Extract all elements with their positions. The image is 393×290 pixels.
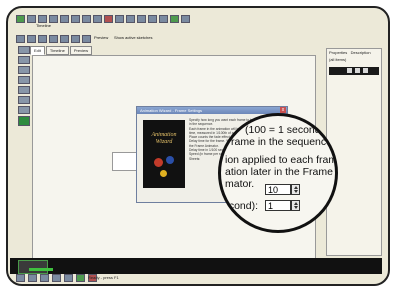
- toolbar-label-timeline: Timeline: [36, 23, 51, 28]
- copy-icon[interactable]: [60, 14, 69, 23]
- zoom-icon[interactable]: [104, 14, 113, 23]
- wizard-icon[interactable]: [148, 14, 157, 23]
- magnifier-callout: (100 = 1 seconds rame in the sequence. i…: [218, 113, 338, 233]
- fill-tool-icon[interactable]: [18, 96, 30, 104]
- timeline-strip[interactable]: [10, 258, 382, 274]
- toolbar-label-preview: Preview: [94, 35, 109, 40]
- magnified-text-line2: rame in the sequence.: [231, 136, 335, 148]
- panel-tab-description[interactable]: Description: [351, 50, 371, 55]
- rewind-icon[interactable]: [16, 274, 25, 282]
- wizard-art-title-line1: Animation: [151, 132, 177, 138]
- application-window: Timeline Preview Show active sketches Ed…: [6, 6, 390, 286]
- forward-icon[interactable]: [52, 274, 61, 282]
- delay-time-field[interactable]: 10: [265, 184, 291, 195]
- panel-swatch-1[interactable]: [347, 68, 352, 73]
- scale-icon[interactable]: [49, 34, 58, 43]
- panel-tab-properties[interactable]: Properties: [329, 50, 347, 55]
- magnified-text-line5: mator.: [225, 178, 255, 190]
- tool-palette: [16, 46, 32, 251]
- brush-tool-icon[interactable]: [18, 66, 30, 74]
- speed-spinner-icon[interactable]: [291, 200, 300, 211]
- magnified-speed-label: econd):: [223, 200, 259, 212]
- cut-icon[interactable]: [49, 14, 58, 23]
- frame-icon[interactable]: [137, 14, 146, 23]
- panel-filter[interactable]: (all items): [327, 56, 381, 63]
- select-icon[interactable]: [16, 34, 25, 43]
- tertiary-toolbar: Preview Show active sketches: [16, 34, 380, 43]
- red-ball-icon: [154, 158, 163, 167]
- group-icon[interactable]: [71, 34, 80, 43]
- timeline-progress: [29, 268, 53, 271]
- pointer-tool-icon[interactable]: [18, 46, 30, 54]
- main-toolbar: [16, 14, 380, 23]
- magnified-text-line1: (100 = 1 seconds: [245, 124, 326, 136]
- paste-icon[interactable]: [71, 14, 80, 23]
- wizard-art-title: Animation Wizard: [143, 132, 185, 146]
- playback-controls: [16, 274, 97, 282]
- pen-tool-icon[interactable]: [18, 56, 30, 64]
- grid-icon[interactable]: [115, 14, 124, 23]
- tab-timeline[interactable]: Timeline: [45, 46, 69, 55]
- timeline-frame[interactable]: [18, 260, 53, 274]
- new-file-icon[interactable]: [16, 14, 25, 23]
- status-bar: Ready - press F1: [88, 275, 119, 280]
- layers-icon[interactable]: [126, 14, 135, 23]
- magnified-text-line3: ion applied to each frame.: [225, 154, 338, 166]
- document-tabs: Edit Timeline Preview: [30, 46, 93, 55]
- loop-icon[interactable]: [64, 274, 73, 282]
- yellow-ball-icon: [160, 170, 167, 177]
- help-icon[interactable]: [181, 14, 190, 23]
- wizard-illustration: Animation Wizard: [143, 120, 185, 188]
- blue-ball-icon: [166, 156, 174, 164]
- play-icon[interactable]: [159, 14, 168, 23]
- play-icon[interactable]: [28, 274, 37, 282]
- show-sketches-checkbox[interactable]: Show active sketches: [114, 35, 152, 40]
- wizard-art-title-line2: Wizard: [155, 139, 173, 145]
- open-folder-icon[interactable]: [27, 14, 36, 23]
- add-frame-icon[interactable]: [76, 274, 85, 282]
- shape-tool-icon[interactable]: [18, 76, 30, 84]
- ungroup-icon[interactable]: [82, 34, 91, 43]
- undo-icon[interactable]: [82, 14, 91, 23]
- align-icon[interactable]: [60, 34, 69, 43]
- color-swatch-icon[interactable]: [18, 116, 30, 126]
- delay-spinner-icon[interactable]: [291, 184, 300, 195]
- secondary-toolbar: Timeline: [16, 23, 380, 34]
- stop-icon[interactable]: [40, 274, 49, 282]
- move-icon[interactable]: [27, 34, 36, 43]
- dialog-title: Animation Wizard - Frame Settings: [137, 107, 287, 114]
- save-icon[interactable]: [38, 14, 47, 23]
- redo-icon[interactable]: [93, 14, 102, 23]
- rotate-icon[interactable]: [38, 34, 47, 43]
- panel-header: Properties Description: [327, 49, 381, 56]
- speed-field[interactable]: 1: [265, 200, 291, 211]
- magnified-text-line4: ation later in the Frame: [225, 166, 333, 178]
- panel-swatch-2[interactable]: [355, 68, 360, 73]
- photo-frame: Timeline Preview Show active sketches Ed…: [0, 0, 393, 290]
- tab-preview[interactable]: Preview: [69, 46, 93, 55]
- text-tool-icon[interactable]: [18, 86, 30, 94]
- export-icon[interactable]: [170, 14, 179, 23]
- panel-item-strip: [329, 67, 379, 75]
- tab-edit[interactable]: Edit: [30, 46, 45, 55]
- panel-swatch-3[interactable]: [363, 68, 368, 73]
- eraser-tool-icon[interactable]: [18, 106, 30, 114]
